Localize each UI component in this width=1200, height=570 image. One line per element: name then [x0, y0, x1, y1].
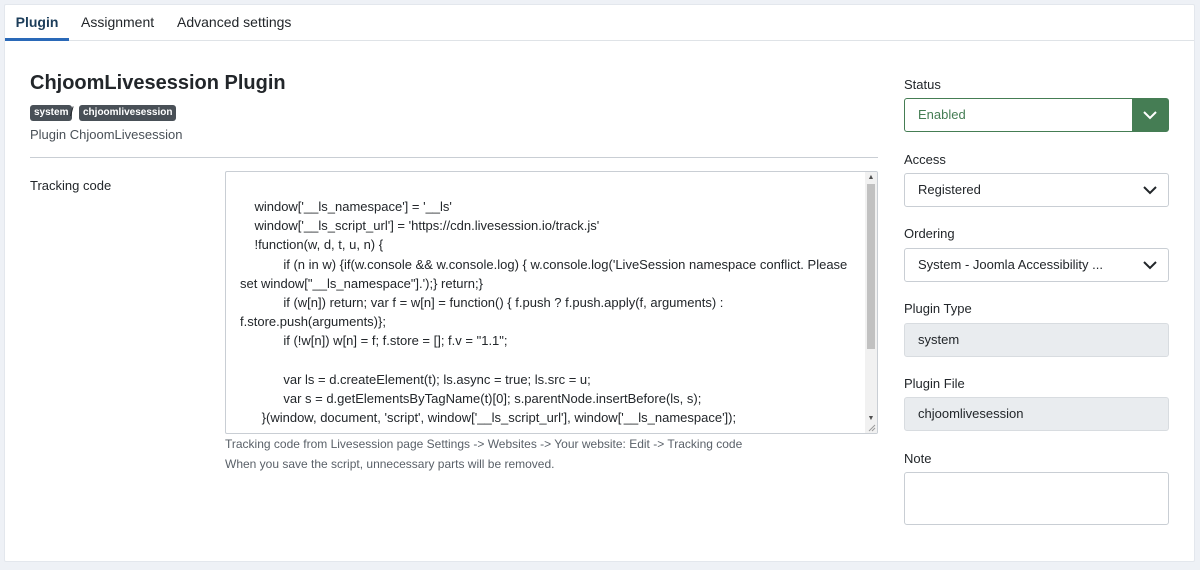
- scroll-down-arrow-icon[interactable]: ▼: [867, 415, 875, 423]
- chevron-down-icon: [1132, 99, 1168, 131]
- tracking-code-note: When you save the script, unnecessary pa…: [225, 457, 555, 471]
- active-tab-indicator: [5, 38, 69, 41]
- tab-bar: Plugin Assignment Advanced settings: [5, 5, 1194, 41]
- badge-separator: /: [70, 104, 74, 119]
- tab-assignment[interactable]: Assignment: [81, 5, 154, 41]
- access-label: Access: [904, 152, 946, 167]
- plugin-element-badge: chjoomlivesession: [79, 105, 177, 121]
- tab-advanced-settings[interactable]: Advanced settings: [177, 5, 291, 41]
- plugin-type-field: system: [904, 323, 1169, 357]
- ordering-label: Ordering: [904, 226, 955, 241]
- status-value: Enabled: [918, 107, 966, 122]
- resize-grip-icon[interactable]: [868, 424, 876, 432]
- divider: [30, 157, 878, 158]
- chevron-down-icon: [1132, 249, 1168, 281]
- tracking-code-label: Tracking code: [30, 178, 112, 193]
- access-select[interactable]: Registered: [904, 173, 1169, 207]
- scroll-thumb[interactable]: [867, 184, 875, 349]
- plugin-file-label: Plugin File: [904, 376, 965, 391]
- chevron-down-icon: [1132, 174, 1168, 206]
- plugin-type-label: Plugin Type: [904, 301, 972, 316]
- plugin-file-field: chjoomlivesession: [904, 397, 1169, 431]
- status-label: Status: [904, 77, 941, 92]
- page-title: ChjoomLivesession Plugin: [30, 72, 286, 94]
- tracking-code-hint: Tracking code from Livesession page Sett…: [225, 437, 743, 451]
- plugin-description: Plugin ChjoomLivesession: [30, 127, 183, 142]
- plugin-edit-card: Plugin Assignment Advanced settings Chjo…: [4, 4, 1195, 562]
- access-value: Registered: [918, 182, 981, 197]
- note-textarea[interactable]: [904, 472, 1169, 525]
- tracking-code-text[interactable]: window['__ls_namespace'] = '__ls' window…: [240, 197, 855, 427]
- plugin-group-badge: system: [30, 105, 73, 121]
- scroll-up-arrow-icon[interactable]: ▲: [867, 174, 875, 182]
- note-label: Note: [904, 451, 932, 466]
- status-select[interactable]: Enabled: [904, 98, 1169, 132]
- textarea-scrollbar[interactable]: ▲ ▼: [865, 172, 877, 433]
- ordering-value: System - Joomla Accessibility ...: [918, 257, 1103, 272]
- ordering-select[interactable]: System - Joomla Accessibility ...: [904, 248, 1169, 282]
- tracking-code-textarea[interactable]: window['__ls_namespace'] = '__ls' window…: [225, 171, 878, 434]
- tab-plugin[interactable]: Plugin: [5, 5, 69, 41]
